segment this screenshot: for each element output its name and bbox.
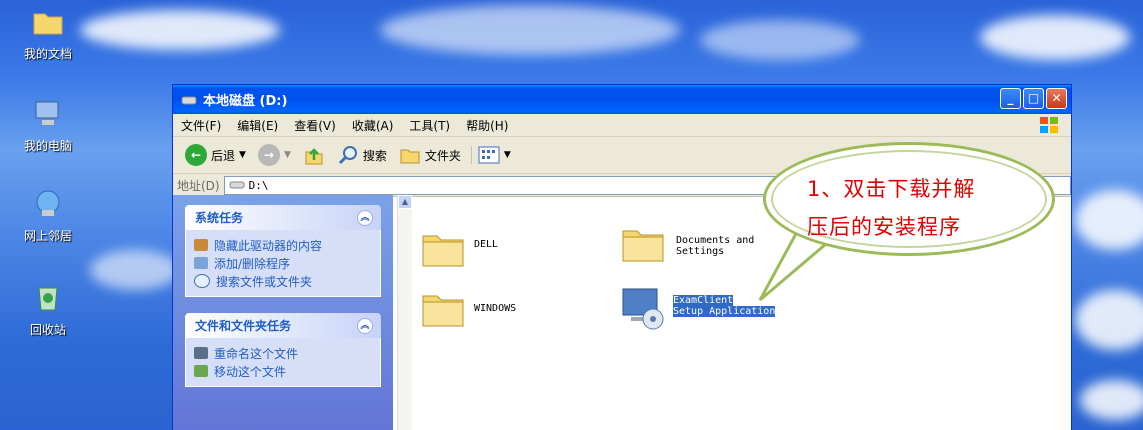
- task-add-remove-programs[interactable]: 添加/删除程序: [194, 254, 372, 272]
- desktop-icon-network[interactable]: 网上邻居: [8, 188, 88, 244]
- file-name-line: WINDOWS: [474, 303, 517, 314]
- back-button[interactable]: ← 后退 ▼: [179, 144, 252, 166]
- address-label: 地址(D): [177, 178, 220, 193]
- menu-tools[interactable]: 工具(T): [401, 117, 458, 134]
- folders-icon: [400, 149, 420, 164]
- cloud: [90, 250, 180, 290]
- system-tasks-header[interactable]: 系统任务 ︽: [185, 205, 381, 230]
- maximize-button[interactable]: □: [1023, 88, 1044, 109]
- search-icon: [194, 274, 210, 288]
- file-name-line: DELL: [474, 239, 499, 250]
- network-icon: [36, 190, 60, 216]
- file-label-dell[interactable]: DELL: [474, 239, 498, 250]
- collapse-icon[interactable]: ︽: [357, 318, 373, 334]
- cloud: [700, 20, 860, 60]
- scroll-up-icon[interactable]: ▲: [398, 195, 412, 209]
- callout-line: 压后的安装程序: [807, 215, 961, 239]
- close-button[interactable]: ✕: [1046, 88, 1067, 109]
- dropdown-icon: ▼: [283, 150, 291, 160]
- menu-bar: 文件(F) 编辑(E) 查看(V) 收藏(A) 工具(T) 帮助(H): [173, 114, 1071, 137]
- task-pane: 系统任务 ︽ 隐藏此驱动器的内容 添加/删除程序 搜索文件或文件夹 文件和文件夹…: [173, 195, 393, 430]
- minimize-button[interactable]: _: [1000, 88, 1021, 109]
- file-name-line: Settings: [676, 246, 725, 257]
- file-name-line: ExamClient: [673, 295, 734, 306]
- file-tasks-panel: 重命名这个文件 移动这个文件: [185, 338, 381, 387]
- callout-text: 1、双击下载并解 压后的安装程序: [807, 170, 1017, 246]
- task-label: 隐藏此驱动器的内容: [214, 238, 323, 253]
- desktop-icon-my-documents[interactable]: 我的文档: [8, 6, 88, 62]
- folder-up-icon: [305, 148, 323, 165]
- dropdown-icon: ▼: [503, 150, 511, 160]
- file-label-windows[interactable]: WINDOWS: [474, 303, 516, 314]
- desktop-icon-label: 网上邻居: [23, 229, 72, 243]
- folder-icon[interactable]: [621, 225, 665, 263]
- system-tasks-title: 系统任务: [195, 211, 244, 225]
- up-button[interactable]: [297, 144, 331, 166]
- rename-icon: [194, 347, 208, 359]
- folder-icon: [33, 13, 63, 35]
- views-icon: [478, 146, 500, 164]
- recycle-bin-icon: [38, 287, 58, 311]
- title-bar[interactable]: 本地磁盘 (D:) _ □ ✕: [173, 85, 1071, 114]
- task-label: 移动这个文件: [214, 364, 287, 379]
- computer-icon: [35, 101, 59, 125]
- explorer-window: 本地磁盘 (D:) _ □ ✕ 文件(F) 编辑(E) 查看(V) 收藏(A) …: [172, 84, 1072, 430]
- back-label: 后退: [211, 148, 236, 163]
- desktop-icon-label: 我的电脑: [23, 139, 72, 153]
- desktop-icon-recycle-bin[interactable]: 回收站: [8, 282, 88, 338]
- task-label: 重命名这个文件: [214, 346, 299, 361]
- cloud: [380, 5, 680, 55]
- drive-icon: [229, 181, 245, 189]
- move-icon: [194, 365, 208, 377]
- folder-icon[interactable]: [421, 290, 465, 328]
- menu-file[interactable]: 文件(F): [173, 117, 229, 134]
- task-label: 添加/删除程序: [214, 256, 291, 271]
- drive-icon: [181, 96, 197, 104]
- cloud: [1080, 380, 1143, 420]
- folder-icon[interactable]: [421, 230, 465, 268]
- task-search-files[interactable]: 搜索文件或文件夹: [194, 272, 372, 290]
- menu-favorites[interactable]: 收藏(A): [344, 117, 402, 134]
- search-button[interactable]: 搜索: [331, 144, 393, 166]
- setup-application-icon[interactable]: [619, 285, 667, 331]
- search-label: 搜索: [362, 148, 387, 163]
- menu-edit[interactable]: 编辑(E): [229, 117, 286, 134]
- task-rename-file[interactable]: 重命名这个文件: [194, 344, 372, 362]
- collapse-icon[interactable]: ︽: [357, 210, 373, 226]
- cloud: [980, 15, 1130, 60]
- task-hide-drive-contents[interactable]: 隐藏此驱动器的内容: [194, 236, 372, 254]
- cloud: [1075, 190, 1143, 250]
- menu-view[interactable]: 查看(V): [286, 117, 344, 134]
- file-tasks-title: 文件和文件夹任务: [195, 319, 292, 333]
- scrollbar[interactable]: ▲: [397, 195, 412, 430]
- dropdown-icon: ▼: [239, 150, 246, 160]
- views-button[interactable]: ▼: [470, 146, 517, 164]
- add-remove-programs-icon: [194, 257, 208, 269]
- callout-line: 1、双击下载并解: [807, 177, 976, 201]
- hide-contents-icon: [194, 239, 208, 251]
- address-value: D:\: [248, 178, 269, 192]
- folders-label: 文件夹: [424, 148, 461, 163]
- system-tasks-panel: 隐藏此驱动器的内容 添加/删除程序 搜索文件或文件夹: [185, 230, 381, 297]
- cloud: [1075, 290, 1143, 350]
- window-title: 本地磁盘 (D:): [203, 94, 288, 109]
- file-tasks-header[interactable]: 文件和文件夹任务 ︽: [185, 313, 381, 338]
- desktop-icon-label: 我的文档: [23, 47, 72, 61]
- desktop-icon-my-computer[interactable]: 我的电脑: [8, 98, 88, 154]
- task-label: 搜索文件或文件夹: [216, 274, 313, 289]
- desktop-icon-label: 回收站: [29, 323, 66, 337]
- windows-logo-icon: [1040, 117, 1058, 133]
- file-name-line: Documents and: [676, 235, 755, 246]
- search-icon: [338, 146, 357, 165]
- folders-button[interactable]: 文件夹: [393, 145, 467, 165]
- task-move-file[interactable]: 移动这个文件: [194, 362, 372, 380]
- menu-help[interactable]: 帮助(H): [458, 117, 516, 134]
- cloud: [80, 10, 280, 50]
- forward-button[interactable]: → ▼: [252, 144, 297, 166]
- back-arrow-icon: ←: [185, 144, 207, 166]
- forward-arrow-icon: →: [257, 144, 280, 166]
- file-label-documents[interactable]: Documents and Settings: [676, 235, 754, 257]
